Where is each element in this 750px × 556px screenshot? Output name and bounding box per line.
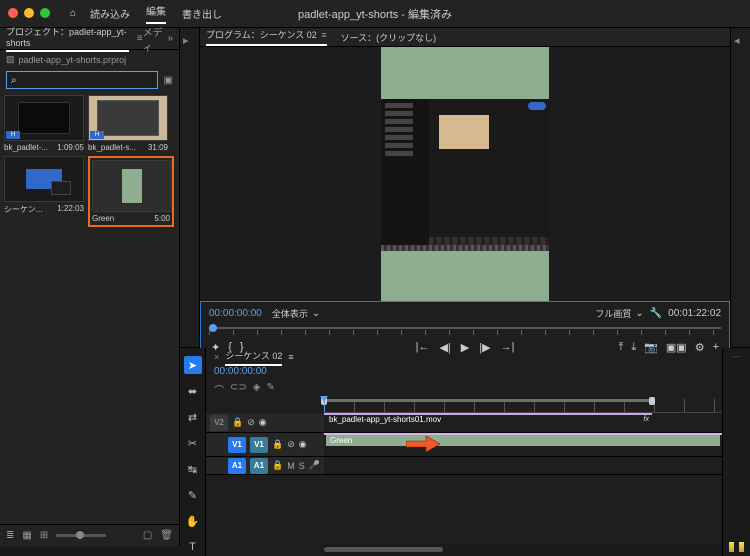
track-select-tool[interactable]: ⬌	[184, 382, 202, 400]
media-browser-tab[interactable]: メディ	[143, 24, 168, 54]
annotation-arrow	[406, 435, 440, 456]
program-monitor-canvas[interactable]	[200, 47, 730, 301]
track-target-v1[interactable]: V1	[250, 437, 268, 453]
timeline-timecode[interactable]: 00:00:00:00	[206, 366, 722, 380]
source-patch-a1[interactable]: A1	[228, 458, 246, 474]
audio-meters: —	[722, 348, 750, 556]
razor-tool[interactable]: ✂	[184, 434, 202, 452]
voiceover-icon[interactable]: 🎤	[309, 460, 320, 471]
bin-item-green-matte[interactable]: Green5:00	[88, 156, 174, 227]
lock-icon[interactable]: 🔒	[272, 439, 283, 450]
playback-quality-dropdown[interactable]: フル画質	[595, 307, 631, 320]
snap-icon[interactable]: ⌒	[214, 382, 224, 397]
export-frame-icon[interactable]: 📷	[644, 341, 658, 354]
step-forward-icon[interactable]: |▶	[479, 341, 490, 354]
lift-icon[interactable]: ⤒	[618, 341, 623, 354]
add-marker-icon[interactable]: ✦	[211, 341, 220, 354]
clip-v2[interactable]: bk_padlet-app_yt-shorts01.mov	[324, 413, 652, 415]
maximize-window[interactable]	[40, 8, 50, 18]
playhead-icon[interactable]	[320, 396, 328, 402]
program-timecode-right: 00:01:22:02	[668, 308, 721, 319]
timeline-tools: ➤ ⬌ ⇄ ✂ ↹ ✎ ✋ T	[180, 348, 206, 556]
bin-icon: ▧	[6, 54, 15, 65]
timeline-settings-icon[interactable]: ✎	[266, 382, 274, 397]
play-icon[interactable]: ▶	[461, 341, 469, 354]
source-monitor-tab[interactable]: ソース：(クリップなし)	[341, 31, 437, 44]
search-input[interactable]: ⌕	[6, 71, 158, 89]
track-v2: V2 🔒 ⊘ ◉ bk_padlet-app_yt-shorts01.mov	[206, 413, 722, 433]
program-monitor-tab[interactable]: プログラム：シーケンス 02 ≡	[206, 28, 327, 46]
button-editor-icon[interactable]: ⚙	[695, 341, 705, 354]
mute-icon[interactable]: M	[287, 461, 295, 471]
chevron-down-icon[interactable]: ⌄	[635, 308, 643, 319]
eye-icon[interactable]: ◉	[259, 417, 267, 428]
selection-tool[interactable]: ➤	[184, 356, 202, 374]
project-panel: プロジェクト：padlet-app_yt-shorts ≡ メディ » ▧ pa…	[0, 28, 180, 546]
solo-icon[interactable]: S	[299, 461, 305, 471]
close-window[interactable]	[8, 8, 18, 18]
timeline-ruler[interactable]	[324, 399, 722, 413]
left-toolstrip: ▸	[180, 28, 200, 347]
bin-item[interactable]: H bk_padlet-s...31:09	[88, 95, 168, 152]
add-marker-icon[interactable]: ◈	[253, 382, 261, 397]
track-target-a1[interactable]: A1	[250, 458, 268, 474]
program-timecode-left[interactable]: 00:00:00:00	[209, 308, 262, 319]
lock-icon[interactable]: 🔒	[272, 460, 283, 471]
icon-view-icon[interactable]: ▦	[22, 530, 31, 541]
trash-icon[interactable]: 🗑	[160, 530, 173, 541]
track-a1: A1 A1 🔒 M S 🎤	[206, 457, 722, 475]
chevron-down-icon[interactable]: ⌄	[312, 308, 320, 319]
tab-export[interactable]: 書き出し	[182, 6, 222, 21]
hand-tool[interactable]: ✋	[184, 512, 202, 530]
right-toolstrip: ◂	[730, 28, 750, 347]
slip-tool[interactable]: ↹	[184, 460, 202, 478]
linked-selection-icon[interactable]: ⊂⊃	[230, 382, 247, 397]
mark-out-icon[interactable]: }	[240, 341, 244, 354]
new-bin-icon[interactable]: ▣	[164, 75, 173, 86]
clip-v1-green[interactable]: Green	[324, 433, 722, 435]
home-icon[interactable]: ⌂	[70, 8, 76, 19]
comparison-view-icon[interactable]: ▣▣	[666, 341, 687, 354]
bin-item-sequence[interactable]: シーケン...1:22:03	[4, 156, 84, 227]
project-filename: ▧ padlet-app_yt-shorts.prproj	[0, 50, 179, 69]
minimize-window[interactable]	[24, 8, 34, 18]
program-scrubber[interactable]	[209, 323, 721, 335]
mark-in-icon[interactable]: {	[228, 341, 232, 354]
in-out-range[interactable]	[324, 399, 652, 402]
tab-import[interactable]: 読み込み	[90, 6, 130, 21]
eye-icon[interactable]: ◉	[299, 439, 307, 450]
extract-icon[interactable]: ⤓	[631, 341, 636, 354]
go-to-in-icon[interactable]: |←	[416, 341, 430, 354]
step-back-icon[interactable]: ◀|	[439, 341, 450, 354]
settings-wrench-icon[interactable]: 🔧	[650, 308, 662, 319]
type-tool[interactable]: T	[184, 538, 202, 556]
go-to-out-icon[interactable]: →|	[501, 341, 515, 354]
pen-tool[interactable]: ✎	[184, 486, 202, 504]
project-tab[interactable]: プロジェクト：padlet-app_yt-shorts	[6, 25, 129, 52]
ripple-edit-tool[interactable]: ⇄	[184, 408, 202, 426]
add-button[interactable]: +	[713, 341, 719, 354]
source-patch-v1[interactable]: V1	[228, 437, 246, 453]
bin-item[interactable]: H bk_padlet-...1:09:05	[4, 95, 84, 152]
strip-expand-icon[interactable]: ▸	[183, 34, 189, 47]
panel-menu-icon[interactable]: ≡	[321, 30, 326, 40]
tab-edit[interactable]: 編集	[146, 3, 166, 24]
strip-expand-icon[interactable]: ◂	[734, 34, 740, 47]
thumbnail-size-slider[interactable]	[56, 534, 106, 537]
sync-lock-icon[interactable]: ⊘	[287, 439, 295, 450]
track-v1: V1 V1 🔒 ⊘ ◉ Green	[206, 433, 722, 457]
zoom-fit-dropdown[interactable]: 全体表示	[272, 307, 308, 320]
track-target-v2[interactable]: V2	[210, 415, 228, 431]
lock-icon[interactable]: 🔒	[232, 417, 243, 428]
freeform-view-icon[interactable]: ⊞	[40, 530, 48, 541]
list-view-icon[interactable]: ≣	[6, 530, 14, 541]
panel-overflow[interactable]: »	[167, 33, 173, 44]
sync-lock-icon[interactable]: ⊘	[247, 417, 255, 428]
new-item-icon[interactable]: ▢	[143, 530, 152, 541]
